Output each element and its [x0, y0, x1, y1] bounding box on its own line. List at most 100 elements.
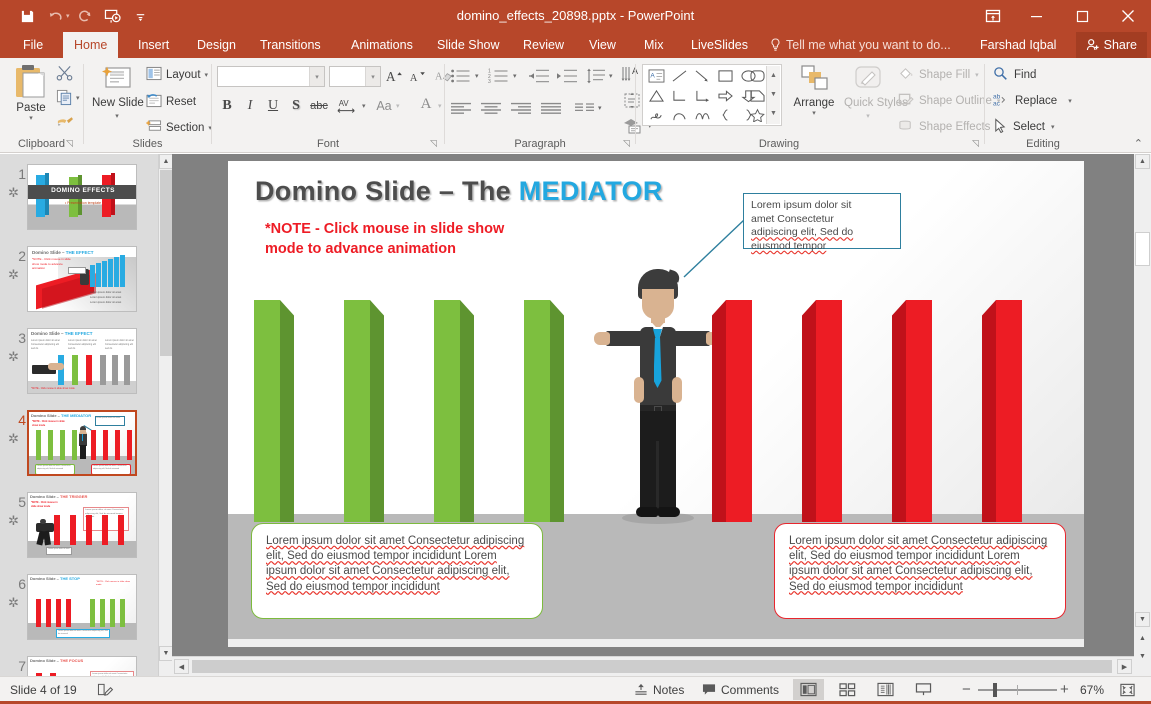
normal-view-button[interactable] — [793, 679, 824, 700]
shapes-gallery-more-icon[interactable]: ▼ — [767, 104, 780, 123]
shape-elbow-arrow-icon[interactable] — [691, 86, 713, 106]
domino-green-2[interactable] — [344, 300, 384, 522]
shape-freeform-icon[interactable] — [691, 105, 713, 125]
copy-dropdown-icon[interactable]: ▾ — [76, 94, 80, 102]
tab-home[interactable]: Home — [63, 32, 118, 58]
font-size-dropdown-icon[interactable]: ▾ — [365, 67, 380, 86]
shapes-scroll-down-icon[interactable]: ▼ — [767, 85, 780, 104]
bullets-dropdown-icon[interactable]: ▾ — [475, 72, 479, 80]
arrange-dropdown-icon[interactable]: ▾ — [788, 109, 840, 117]
slide-vertical-scrollbar[interactable]: ▲ ▼ ▲ ▼ — [1134, 154, 1151, 676]
increase-font-size-button[interactable]: A — [384, 66, 404, 86]
slide-thumbnail[interactable]: Domino Slide – THE EFFECT Lorem ipsum do… — [27, 328, 137, 394]
replace-dropdown-icon[interactable]: ▾ — [1068, 97, 1072, 105]
change-case-dropdown-icon[interactable]: ▾ — [396, 102, 400, 110]
shape-curve-icon[interactable] — [668, 105, 690, 125]
decrease-font-size-button[interactable]: A — [407, 66, 427, 86]
domino-green-4[interactable] — [524, 300, 564, 522]
shape-fill-button[interactable]: Shape Fill ▾ — [898, 66, 979, 84]
shapes-scroll-up-icon[interactable]: ▲ — [767, 66, 780, 85]
slide-show-button[interactable] — [908, 679, 939, 700]
bold-button[interactable]: B — [217, 96, 237, 116]
slide-thumbnail-panel[interactable]: 1 ✲ DOMINO EFFECTS • Presentation templa… — [0, 154, 172, 676]
scroll-up-button[interactable]: ▲ — [1135, 154, 1150, 169]
select-button[interactable]: Select ▾ — [993, 118, 1054, 136]
slide-thumbnail[interactable]: Domino Slide – THE EFFECT *NOTE - Click … — [27, 246, 137, 312]
tab-animations[interactable]: Animations — [340, 32, 424, 58]
zoom-in-button[interactable]: + — [1060, 677, 1069, 702]
thumbnail-scroll-up-button[interactable]: ▲ — [159, 154, 172, 169]
paragraph-dialog-launcher[interactable]: ◹ — [623, 138, 630, 149]
vertical-scrollbar-thumb[interactable] — [1135, 232, 1150, 266]
domino-red-4[interactable] — [982, 300, 1022, 522]
zoom-out-button[interactable]: − — [962, 677, 971, 702]
slide-thumbnail[interactable]: DOMINO EFFECTS • Presentation template — [27, 164, 137, 230]
character-spacing-button[interactable]: AV — [334, 96, 360, 116]
decrease-indent-button[interactable] — [527, 66, 551, 86]
fit-slide-to-window-button[interactable] — [1119, 677, 1136, 702]
slide-thumbnail[interactable]: Domino Slide – THE TRIGGER *NOTE - Click… — [27, 492, 137, 558]
notes-button[interactable]: Notes — [634, 677, 684, 702]
text-shadow-button[interactable]: S — [286, 96, 306, 116]
italic-button[interactable]: I — [240, 96, 260, 116]
layout-dropdown-icon[interactable]: ▾ — [205, 71, 209, 79]
shape-folded-corner-icon[interactable] — [746, 86, 768, 106]
domino-red-1[interactable] — [712, 300, 752, 522]
restore-button[interactable] — [1059, 0, 1105, 32]
right-description-box[interactable]: Lorem ipsum dolor sit amet Consectetur a… — [774, 523, 1066, 619]
list-item[interactable]: 4 ✲ Domino Slide – THE MEDIATOR *NOTE - … — [0, 410, 158, 486]
strikethrough-button[interactable]: abc — [309, 96, 329, 116]
numbering-button[interactable]: 123 — [487, 66, 511, 86]
slide-sorter-button[interactable] — [832, 679, 863, 700]
tab-design[interactable]: Design — [186, 32, 247, 58]
minimize-button[interactable] — [1013, 0, 1059, 32]
change-case-button[interactable]: Aa — [374, 96, 394, 116]
next-slide-button[interactable]: ▼ — [1135, 650, 1150, 663]
select-dropdown-icon[interactable]: ▾ — [1051, 123, 1055, 131]
quick-styles-button[interactable]: Quick Styles ▾ — [844, 64, 892, 121]
find-button[interactable]: Find — [993, 66, 1036, 84]
shape-star-icon[interactable] — [746, 105, 768, 125]
list-item[interactable]: 1 ✲ DOMINO EFFECTS • Presentation templa… — [0, 164, 158, 240]
new-slide-button[interactable]: New Slide ▾ — [92, 64, 142, 121]
slide-thumbnail[interactable]: Domino Slide – THE STOP *NOTE - Click mo… — [27, 574, 137, 640]
page-title[interactable]: Domino Slide – The MEDIATOR — [255, 176, 663, 207]
share-button[interactable]: Share — [1076, 32, 1147, 58]
columns-dropdown-icon[interactable]: ▾ — [598, 104, 602, 112]
align-left-button[interactable] — [449, 98, 473, 118]
increase-indent-button[interactable] — [555, 66, 579, 86]
list-item[interactable]: 6 ✲ Domino Slide – THE STOP *NOTE - Clic… — [0, 574, 158, 650]
paste-button[interactable]: Paste ▾ — [8, 64, 54, 122]
shape-arrow-icon[interactable] — [691, 66, 713, 86]
font-color-button[interactable]: A — [416, 94, 436, 114]
shapes-gallery-scrollbar[interactable]: ▲ ▼ ▼ — [766, 66, 780, 124]
horizontal-scrollbar-thumb[interactable] — [192, 660, 1112, 673]
tab-file[interactable]: File — [12, 32, 54, 58]
close-button[interactable] — [1105, 0, 1151, 32]
format-painter-button[interactable] — [56, 113, 74, 132]
domino-green-1[interactable] — [254, 300, 294, 522]
shape-left-brace-icon[interactable] — [714, 105, 736, 125]
slide-note-text[interactable]: *NOTE - Click mouse in slide show mode t… — [265, 219, 515, 259]
reset-button[interactable]: Reset — [146, 93, 196, 111]
font-name-dropdown-icon[interactable]: ▾ — [309, 67, 324, 86]
thumbnail-scroll-down-button[interactable]: ▼ — [159, 646, 172, 661]
section-button[interactable]: Section ▾ — [146, 119, 212, 137]
justify-button[interactable] — [539, 98, 563, 118]
new-slide-dropdown-icon[interactable]: ▾ — [115, 113, 119, 120]
thumbnail-panel-scrollbar[interactable]: ▲ ▼ — [158, 154, 172, 676]
domino-red-2[interactable] — [802, 300, 842, 522]
collapse-ribbon-button[interactable]: ⌃ — [1134, 137, 1143, 150]
font-name-input[interactable]: ▾ — [217, 66, 325, 87]
domino-green-3[interactable] — [434, 300, 474, 522]
shape-elbow-connector-icon[interactable] — [668, 86, 690, 106]
quick-styles-dropdown-icon[interactable]: ▾ — [866, 113, 870, 120]
columns-button[interactable] — [573, 98, 597, 118]
tab-view[interactable]: View — [578, 32, 627, 58]
zoom-slider-handle[interactable] — [993, 683, 997, 697]
tab-insert[interactable]: Insert — [127, 32, 180, 58]
shapes-gallery[interactable]: A — [642, 64, 782, 126]
tab-slide-show[interactable]: Slide Show — [426, 32, 511, 58]
list-item[interactable]: 5 ✲ Domino Slide – THE TRIGGER *NOTE - C… — [0, 492, 158, 568]
character-spacing-dropdown-icon[interactable]: ▾ — [362, 102, 366, 110]
